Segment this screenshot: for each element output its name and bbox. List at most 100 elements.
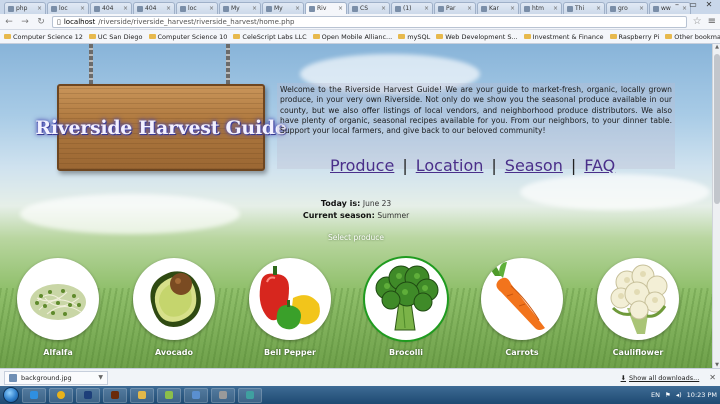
tab-close-icon[interactable]: × xyxy=(553,5,558,12)
address-bar[interactable]: ▯ localhost/riverside/riverside_harvest/… xyxy=(52,15,687,28)
bookmark-item[interactable]: mySQL xyxy=(398,33,430,41)
browser-tab[interactable]: (1) × xyxy=(391,2,433,14)
browser-tab[interactable]: My × xyxy=(219,2,261,14)
tab-close-icon[interactable]: × xyxy=(596,5,601,12)
forward-icon[interactable]: → xyxy=(20,17,30,27)
site-title: Riverside Harvest Guide xyxy=(35,116,287,139)
tab-close-icon[interactable]: × xyxy=(37,5,42,12)
browser-tab[interactable]: loc × xyxy=(47,2,89,14)
tab-close-icon[interactable]: × xyxy=(467,5,472,12)
nav-faq-link[interactable]: FAQ xyxy=(584,156,615,175)
browser-tab[interactable]: Par × xyxy=(434,2,476,14)
produce-image-alfalfa[interactable] xyxy=(17,258,99,340)
tab-close-icon[interactable]: × xyxy=(639,5,644,12)
bookmark-item[interactable]: Web Development S... xyxy=(436,33,518,41)
show-all-downloads-link[interactable]: ⬇ Show all downloads... xyxy=(621,374,700,382)
produce-bell-pepper[interactable]: Bell Pepper xyxy=(248,258,332,357)
produce-image-bell-pepper[interactable] xyxy=(249,258,331,340)
alfalfa-sprouts-icon xyxy=(30,284,86,320)
bookmark-item[interactable]: Open Mobile Allianc... xyxy=(312,33,392,41)
bookmark-item[interactable]: Computer Science 12 xyxy=(4,33,83,41)
browser-tab[interactable]: Kar × xyxy=(477,2,519,14)
close-shelf-icon[interactable]: ✕ xyxy=(709,373,716,382)
tab-close-icon[interactable]: × xyxy=(252,5,257,12)
download-filename: background.jpg xyxy=(21,373,72,382)
download-item[interactable]: background.jpg ▼ xyxy=(4,370,108,385)
folder-icon xyxy=(665,34,673,39)
tab-close-icon[interactable]: × xyxy=(209,5,214,12)
tab-title: php xyxy=(16,5,28,12)
browser-tab[interactable]: My × xyxy=(262,2,304,14)
bookmark-item[interactable]: Raspberry Pi xyxy=(609,33,659,41)
site-logo-sign[interactable]: Riverside Harvest Guide xyxy=(35,84,287,171)
produce-alfalfa[interactable]: Alfalfa xyxy=(16,258,100,357)
tray-flag-icon[interactable]: ⚑ xyxy=(665,391,671,399)
tab-close-icon[interactable]: × xyxy=(510,5,515,12)
taskbar-app-button[interactable] xyxy=(157,387,181,403)
taskbar-illustrator-button[interactable] xyxy=(103,387,127,403)
taskbar-ie-button[interactable] xyxy=(22,387,46,403)
start-button[interactable] xyxy=(3,387,19,403)
volume-icon[interactable]: ◂) xyxy=(676,391,682,399)
tab-close-icon[interactable]: × xyxy=(80,5,85,12)
browser-tab[interactable]: php × xyxy=(4,2,46,14)
produce-avocado[interactable]: Avocado xyxy=(132,258,216,357)
bookmark-item[interactable]: CeleScript Labs LLC xyxy=(233,33,307,41)
page-scrollbar[interactable]: ▲ ▼ xyxy=(712,44,720,368)
maximize-icon[interactable]: ▭ xyxy=(686,0,700,9)
clock[interactable]: 10:23 PM xyxy=(687,391,717,399)
close-window-icon[interactable]: ✕ xyxy=(702,0,716,9)
language-indicator[interactable]: EN xyxy=(651,391,660,399)
bookmark-item[interactable]: Investment & Finance xyxy=(523,33,604,41)
scroll-up-icon[interactable]: ▲ xyxy=(713,44,720,50)
menu-icon[interactable]: ≡ xyxy=(708,16,716,27)
tab-close-icon[interactable]: × xyxy=(338,5,343,12)
produce-carrots[interactable]: Carrots xyxy=(480,258,564,357)
taskbar-app-button[interactable] xyxy=(184,387,208,403)
folder-icon xyxy=(88,34,96,39)
app-icon xyxy=(192,391,200,399)
produce-brocolli[interactable]: Brocolli xyxy=(364,258,448,357)
bookmark-item[interactable]: Computer Science 10 xyxy=(148,33,227,41)
browser-tab[interactable]: gro × xyxy=(606,2,648,14)
nav-season-link[interactable]: Season xyxy=(505,156,563,175)
browser-tab[interactable]: Thi × xyxy=(563,2,605,14)
tab-title: gro xyxy=(618,5,628,12)
bookmark-label: mySQL xyxy=(407,32,431,41)
back-icon[interactable]: ← xyxy=(4,17,14,27)
browser-tab[interactable]: htm × xyxy=(520,2,562,14)
tab-close-icon[interactable]: × xyxy=(424,5,429,12)
minimize-icon[interactable]: – xyxy=(670,0,684,9)
taskbar-folder-button[interactable] xyxy=(130,387,154,403)
browser-tab[interactable]: 404 × xyxy=(133,2,175,14)
tab-close-icon[interactable]: × xyxy=(295,5,300,12)
taskbar-chrome-button[interactable] xyxy=(49,387,73,403)
tab-close-icon[interactable]: × xyxy=(381,5,386,12)
reload-icon[interactable]: ↻ xyxy=(36,17,46,27)
other-bookmarks[interactable]: Other bookmarks xyxy=(665,33,720,41)
chevron-down-icon[interactable]: ▼ xyxy=(98,374,103,381)
scrollbar-thumb[interactable] xyxy=(714,54,720,204)
produce-image-avocado[interactable] xyxy=(133,258,215,340)
produce-image-carrots[interactable] xyxy=(481,258,563,340)
nav-produce-link[interactable]: Produce xyxy=(330,156,394,175)
favicon-icon xyxy=(524,5,530,12)
produce-cauliflower[interactable]: Cauliflower xyxy=(596,258,680,357)
browser-tab[interactable]: CS × xyxy=(348,2,390,14)
produce-image-cauliflower[interactable] xyxy=(597,258,679,340)
favicon-icon xyxy=(223,5,229,12)
browser-tab[interactable]: loc × xyxy=(176,2,218,14)
taskbar-app-button[interactable] xyxy=(238,387,262,403)
browser-tab[interactable]: 404 × xyxy=(90,2,132,14)
bookmark-star-icon[interactable]: ☆ xyxy=(693,16,702,27)
nav-location-link[interactable]: Location xyxy=(416,156,484,175)
produce-image-brocolli[interactable] xyxy=(365,258,447,340)
browser-tab-active[interactable]: Riv × xyxy=(305,2,347,14)
tab-close-icon[interactable]: × xyxy=(166,5,171,12)
tab-close-icon[interactable]: × xyxy=(123,5,128,12)
favicon-icon xyxy=(266,5,272,12)
taskbar-photoshop-button[interactable] xyxy=(76,387,100,403)
bookmark-item[interactable]: UC San Diego xyxy=(88,33,143,41)
season-label: Current season: xyxy=(302,211,375,220)
taskbar-app-button[interactable] xyxy=(211,387,235,403)
